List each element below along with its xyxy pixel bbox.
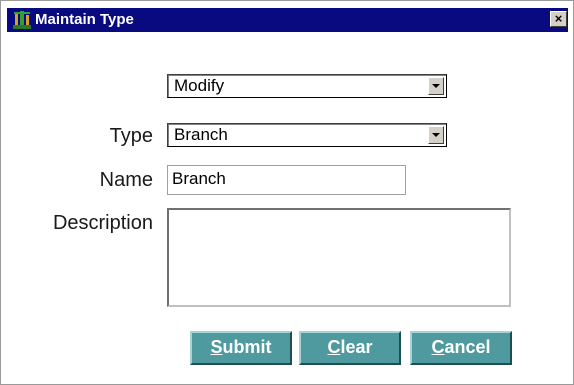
cancel-button[interactable]: Cancel — [410, 331, 512, 365]
submit-button[interactable]: Submit — [190, 331, 292, 365]
name-label: Name — [99, 169, 153, 191]
title-bar[interactable]: Maintain Type × — [7, 8, 568, 32]
dialog-window: Maintain Type × Modify Type Branch Name … — [0, 0, 574, 385]
type-select[interactable]: Branch — [167, 123, 447, 147]
description-textarea[interactable] — [167, 208, 511, 307]
name-field[interactable]: Branch — [167, 165, 406, 195]
cancel-label: ancel — [444, 337, 491, 357]
app-tree-icon — [13, 11, 31, 29]
cancel-mnemonic: C — [431, 337, 445, 357]
clear-label: lear — [340, 337, 373, 357]
chevron-down-icon[interactable] — [428, 77, 444, 95]
close-button[interactable]: × — [550, 11, 567, 27]
clear-button[interactable]: Clear — [299, 331, 401, 365]
close-icon: × — [554, 11, 563, 26]
description-label: Description — [52, 212, 153, 234]
submit-label: ubmit — [222, 337, 272, 357]
clear-mnemonic: C — [327, 337, 341, 357]
chevron-down-icon[interactable] — [428, 126, 444, 144]
submit-mnemonic: S — [210, 337, 223, 357]
action-select-value: Modify — [174, 76, 225, 95]
type-label: Type — [109, 125, 153, 147]
type-select-value: Branch — [174, 125, 228, 144]
window-title: Maintain Type — [35, 11, 134, 28]
action-select[interactable]: Modify — [167, 74, 447, 98]
